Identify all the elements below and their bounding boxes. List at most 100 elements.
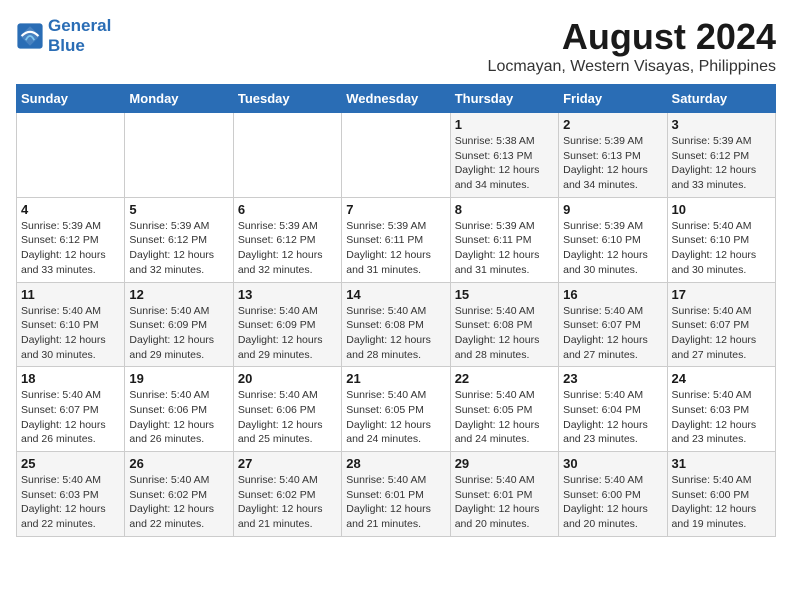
day-info: Sunrise: 5:39 AM Sunset: 6:10 PM Dayligh…: [563, 219, 662, 278]
calendar-cell: 26 Sunrise: 5:40 AM Sunset: 6:02 PM Dayli…: [125, 452, 233, 537]
calendar-table: SundayMondayTuesdayWednesdayThursdayFrid…: [16, 84, 776, 537]
calendar-cell: 2 Sunrise: 5:39 AM Sunset: 6:13 PM Daylig…: [559, 113, 667, 198]
day-number: 3: [672, 117, 771, 132]
day-number: 22: [455, 371, 554, 386]
calendar-cell: 4Sunrise: 5:39 AM Sunset: 6:12 PM Daylig…: [17, 197, 125, 282]
calendar-cell: 24 Sunrise: 5:40 AM Sunset: 6:03 PM Dayli…: [667, 367, 775, 452]
day-number: 5: [129, 202, 228, 217]
day-info: Sunrise: 5:40 AM Sunset: 6:03 PM Dayligh…: [21, 473, 120, 532]
calendar-cell: 16 Sunrise: 5:40 AM Sunset: 6:07 PM Dayli…: [559, 282, 667, 367]
column-header-thursday: Thursday: [450, 85, 558, 113]
day-number: 24: [672, 371, 771, 386]
calendar-cell: 17 Sunrise: 5:40 AM Sunset: 6:07 PM Dayli…: [667, 282, 775, 367]
day-number: 29: [455, 456, 554, 471]
page-subtitle: Locmayan, Western Visayas, Philippines: [488, 58, 776, 76]
calendar-cell: 6 Sunrise: 5:39 AM Sunset: 6:12 PM Daylig…: [233, 197, 341, 282]
day-number: 13: [238, 287, 337, 302]
day-number: 30: [563, 456, 662, 471]
day-number: 17: [672, 287, 771, 302]
calendar-cell: 8 Sunrise: 5:39 AM Sunset: 6:11 PM Daylig…: [450, 197, 558, 282]
day-number: 15: [455, 287, 554, 302]
calendar-cell: 14Sunrise: 5:40 AM Sunset: 6:08 PM Dayli…: [342, 282, 450, 367]
calendar-cell: 11 Sunrise: 5:40 AM Sunset: 6:10 PM Dayli…: [17, 282, 125, 367]
calendar-cell: 1 Sunrise: 5:38 AM Sunset: 6:13 PM Daylig…: [450, 113, 558, 198]
calendar-cell: 7 Sunrise: 5:39 AM Sunset: 6:11 PM Daylig…: [342, 197, 450, 282]
day-number: 23: [563, 371, 662, 386]
day-number: 6: [238, 202, 337, 217]
day-info: Sunrise: 5:40 AM Sunset: 6:10 PM Dayligh…: [672, 219, 771, 278]
day-number: 2: [563, 117, 662, 132]
day-info: Sunrise: 5:40 AM Sunset: 6:09 PM Dayligh…: [129, 304, 228, 363]
day-info: Sunrise: 5:40 AM Sunset: 6:01 PM Dayligh…: [455, 473, 554, 532]
calendar-cell: 30 Sunrise: 5:40 AM Sunset: 6:00 PM Dayli…: [559, 452, 667, 537]
calendar-cell: 29 Sunrise: 5:40 AM Sunset: 6:01 PM Dayli…: [450, 452, 558, 537]
day-info: Sunrise: 5:40 AM Sunset: 6:07 PM Dayligh…: [21, 388, 120, 447]
day-info: Sunrise: 5:40 AM Sunset: 6:02 PM Dayligh…: [238, 473, 337, 532]
day-info: Sunrise: 5:40 AM Sunset: 6:03 PM Dayligh…: [672, 388, 771, 447]
calendar-cell: 19 Sunrise: 5:40 AM Sunset: 6:06 PM Dayli…: [125, 367, 233, 452]
day-number: 9: [563, 202, 662, 217]
header: General Blue August 2024 Locmayan, Weste…: [16, 16, 776, 76]
day-number: 11: [21, 287, 120, 302]
calendar-week-row: 25 Sunrise: 5:40 AM Sunset: 6:03 PM Dayli…: [17, 452, 776, 537]
day-info: Sunrise: 5:40 AM Sunset: 6:05 PM Dayligh…: [455, 388, 554, 447]
day-number: 18: [21, 371, 120, 386]
day-info: Sunrise: 5:39 AM Sunset: 6:12 PM Dayligh…: [238, 219, 337, 278]
day-number: 12: [129, 287, 228, 302]
calendar-cell: 10Sunrise: 5:40 AM Sunset: 6:10 PM Dayli…: [667, 197, 775, 282]
calendar-cell: 27Sunrise: 5:40 AM Sunset: 6:02 PM Dayli…: [233, 452, 341, 537]
day-info: Sunrise: 5:39 AM Sunset: 6:12 PM Dayligh…: [129, 219, 228, 278]
day-number: 19: [129, 371, 228, 386]
calendar-cell: 9 Sunrise: 5:39 AM Sunset: 6:10 PM Daylig…: [559, 197, 667, 282]
day-info: Sunrise: 5:39 AM Sunset: 6:11 PM Dayligh…: [346, 219, 445, 278]
logo: General Blue: [16, 16, 111, 56]
calendar-cell: 28Sunrise: 5:40 AM Sunset: 6:01 PM Dayli…: [342, 452, 450, 537]
day-number: 25: [21, 456, 120, 471]
day-info: Sunrise: 5:40 AM Sunset: 6:09 PM Dayligh…: [238, 304, 337, 363]
day-number: 31: [672, 456, 771, 471]
day-info: Sunrise: 5:40 AM Sunset: 6:07 PM Dayligh…: [563, 304, 662, 363]
calendar-cell: 15 Sunrise: 5:40 AM Sunset: 6:08 PM Dayli…: [450, 282, 558, 367]
day-info: Sunrise: 5:40 AM Sunset: 6:05 PM Dayligh…: [346, 388, 445, 447]
day-info: Sunrise: 5:40 AM Sunset: 6:04 PM Dayligh…: [563, 388, 662, 447]
logo-text: General Blue: [48, 16, 111, 56]
calendar-cell: 31Sunrise: 5:40 AM Sunset: 6:00 PM Dayli…: [667, 452, 775, 537]
day-info: Sunrise: 5:40 AM Sunset: 6:07 PM Dayligh…: [672, 304, 771, 363]
day-number: 14: [346, 287, 445, 302]
calendar-cell: 23 Sunrise: 5:40 AM Sunset: 6:04 PM Dayli…: [559, 367, 667, 452]
column-header-friday: Friday: [559, 85, 667, 113]
calendar-header-row: SundayMondayTuesdayWednesdayThursdayFrid…: [17, 85, 776, 113]
column-header-sunday: Sunday: [17, 85, 125, 113]
day-number: 26: [129, 456, 228, 471]
calendar-cell: 20Sunrise: 5:40 AM Sunset: 6:06 PM Dayli…: [233, 367, 341, 452]
calendar-cell: 22 Sunrise: 5:40 AM Sunset: 6:05 PM Dayli…: [450, 367, 558, 452]
calendar-week-row: 18 Sunrise: 5:40 AM Sunset: 6:07 PM Dayli…: [17, 367, 776, 452]
calendar-cell: 13 Sunrise: 5:40 AM Sunset: 6:09 PM Dayli…: [233, 282, 341, 367]
day-number: 16: [563, 287, 662, 302]
day-info: Sunrise: 5:40 AM Sunset: 6:10 PM Dayligh…: [21, 304, 120, 363]
column-header-wednesday: Wednesday: [342, 85, 450, 113]
day-number: 21: [346, 371, 445, 386]
day-info: Sunrise: 5:40 AM Sunset: 6:08 PM Dayligh…: [455, 304, 554, 363]
day-info: Sunrise: 5:38 AM Sunset: 6:13 PM Dayligh…: [455, 134, 554, 193]
day-info: Sunrise: 5:40 AM Sunset: 6:00 PM Dayligh…: [563, 473, 662, 532]
day-info: Sunrise: 5:39 AM Sunset: 6:11 PM Dayligh…: [455, 219, 554, 278]
calendar-week-row: 4Sunrise: 5:39 AM Sunset: 6:12 PM Daylig…: [17, 197, 776, 282]
title-area: August 2024 Locmayan, Western Visayas, P…: [488, 16, 776, 76]
column-header-tuesday: Tuesday: [233, 85, 341, 113]
calendar-cell: 21 Sunrise: 5:40 AM Sunset: 6:05 PM Dayli…: [342, 367, 450, 452]
day-info: Sunrise: 5:40 AM Sunset: 6:01 PM Dayligh…: [346, 473, 445, 532]
day-number: 7: [346, 202, 445, 217]
day-info: Sunrise: 5:40 AM Sunset: 6:02 PM Dayligh…: [129, 473, 228, 532]
day-number: 20: [238, 371, 337, 386]
day-number: 8: [455, 202, 554, 217]
page-title: August 2024: [488, 16, 776, 58]
logo-icon: [16, 22, 44, 50]
day-info: Sunrise: 5:39 AM Sunset: 6:13 PM Dayligh…: [563, 134, 662, 193]
day-info: Sunrise: 5:40 AM Sunset: 6:06 PM Dayligh…: [129, 388, 228, 447]
day-number: 1: [455, 117, 554, 132]
calendar-cell: 25 Sunrise: 5:40 AM Sunset: 6:03 PM Dayli…: [17, 452, 125, 537]
day-info: Sunrise: 5:39 AM Sunset: 6:12 PM Dayligh…: [21, 219, 120, 278]
day-info: Sunrise: 5:39 AM Sunset: 6:12 PM Dayligh…: [672, 134, 771, 193]
calendar-cell: [17, 113, 125, 198]
